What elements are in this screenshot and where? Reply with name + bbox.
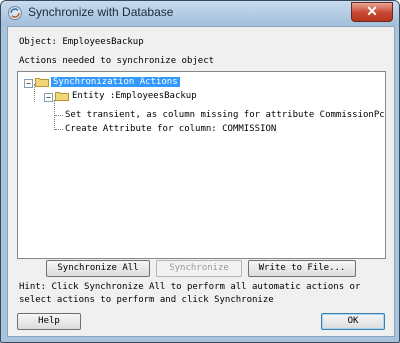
close-button[interactable]: ✕ bbox=[351, 2, 393, 22]
tree-node-root-label: Synchronization Actions bbox=[50, 76, 181, 88]
tree-connector bbox=[55, 115, 63, 116]
actions-label: Actions needed to synchronize object bbox=[19, 56, 215, 66]
synchronize-button[interactable]: Synchronize bbox=[156, 260, 242, 277]
tree-node-root[interactable]: Synchronization Actions bbox=[50, 75, 181, 89]
close-icon: ✕ bbox=[366, 3, 378, 19]
collapse-toggle-icon[interactable]: − bbox=[24, 79, 33, 88]
tree-node-action[interactable]: Set transient, as column missing for att… bbox=[65, 108, 386, 122]
title-bar[interactable]: Synchronize with Database ✕ bbox=[1, 1, 399, 25]
folder-icon bbox=[35, 78, 49, 87]
synchronize-all-button[interactable]: Synchronize All bbox=[46, 260, 150, 277]
tree-node-action-label: Create Attribute for column: COMMISSION bbox=[65, 124, 277, 134]
dialog-window: Synchronize with Database ✕ Object: Empl… bbox=[0, 0, 400, 343]
tree-node-entity[interactable]: Entity :EmployeesBackup bbox=[72, 89, 197, 103]
hint-line-1: Hint: Click Synchronize All to perform a… bbox=[19, 282, 361, 292]
collapse-toggle-icon[interactable]: − bbox=[44, 93, 53, 102]
tree-connector bbox=[55, 129, 63, 130]
window-title: Synchronize with Database bbox=[28, 5, 174, 19]
object-label: Object: EmployeesBackup bbox=[19, 37, 144, 47]
actions-tree[interactable]: − Synchronization Actions − Entity :Empl… bbox=[17, 71, 386, 259]
tree-node-action-label: Set transient, as column missing for att… bbox=[65, 110, 386, 120]
ok-button[interactable]: OK bbox=[321, 313, 385, 330]
write-to-file-button[interactable]: Write to File... bbox=[248, 260, 356, 277]
tree-node-entity-label: Entity :EmployeesBackup bbox=[72, 91, 197, 101]
dialog-content: Object: EmployeesBackup Actions needed t… bbox=[7, 26, 395, 337]
hint-line-2: select actions to perform and click Sync… bbox=[19, 295, 274, 305]
help-button[interactable]: Help bbox=[17, 313, 81, 330]
folder-icon bbox=[55, 92, 69, 101]
tree-node-action[interactable]: Create Attribute for column: COMMISSION bbox=[65, 122, 276, 136]
sync-app-icon bbox=[8, 6, 22, 20]
